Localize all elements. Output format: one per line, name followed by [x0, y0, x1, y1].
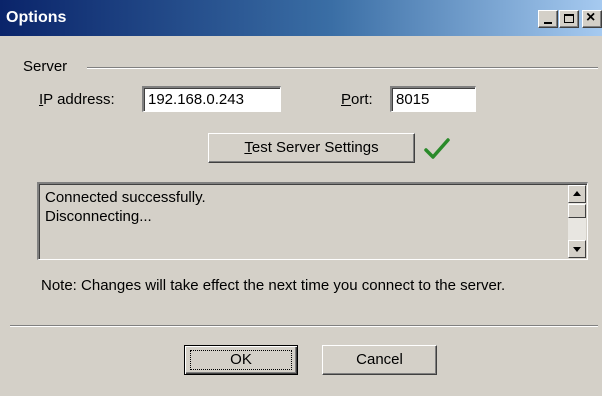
note-text: Note: Changes will take effect the next … — [41, 277, 506, 294]
close-icon: × — [586, 9, 596, 26]
vertical-scrollbar[interactable] — [568, 185, 586, 258]
port-accel: P — [341, 91, 352, 108]
server-group-divider — [87, 67, 598, 69]
test-button-accel: T — [244, 139, 252, 156]
server-group-label: Server — [23, 58, 68, 75]
port-input[interactable]: 8015 — [390, 86, 476, 112]
test-server-settings-button[interactable]: Test Server Settings — [208, 133, 415, 163]
log-line: Disconnecting... — [45, 208, 152, 225]
maximize-icon — [564, 14, 574, 23]
checkmark-icon — [424, 138, 450, 159]
focus-rect — [190, 350, 292, 370]
scroll-thumb[interactable] — [568, 204, 586, 218]
close-button[interactable]: × — [582, 9, 602, 28]
scroll-up-button[interactable] — [568, 185, 586, 203]
scroll-down-button[interactable] — [568, 240, 586, 258]
maximize-button[interactable] — [559, 10, 579, 28]
cancel-button[interactable]: Cancel — [322, 345, 437, 375]
ip-address-input[interactable]: 192.168.0.243 — [142, 86, 281, 112]
status-log[interactable]: Connected successfully. Disconnecting... — [37, 182, 588, 260]
status-log-text: Connected successfully. Disconnecting... — [45, 188, 206, 226]
cancel-button-label: Cancel — [356, 351, 403, 368]
ok-button[interactable]: OK — [184, 345, 298, 375]
minimize-button[interactable] — [538, 10, 558, 28]
title-bar[interactable]: Options × — [0, 0, 602, 36]
arrow-up-icon — [573, 191, 581, 196]
ip-address-label-text: P address: — [43, 91, 115, 108]
port-label: Port: — [341, 91, 373, 108]
port-label-text: ort: — [351, 91, 373, 108]
window-title: Options — [6, 9, 67, 26]
log-line: Connected successfully. — [45, 189, 206, 206]
arrow-down-icon — [573, 247, 581, 252]
ip-address-label: IP address: — [39, 91, 115, 108]
button-separator — [10, 325, 598, 327]
test-button-label: est Server Settings — [251, 139, 379, 156]
minimize-icon — [544, 22, 552, 24]
